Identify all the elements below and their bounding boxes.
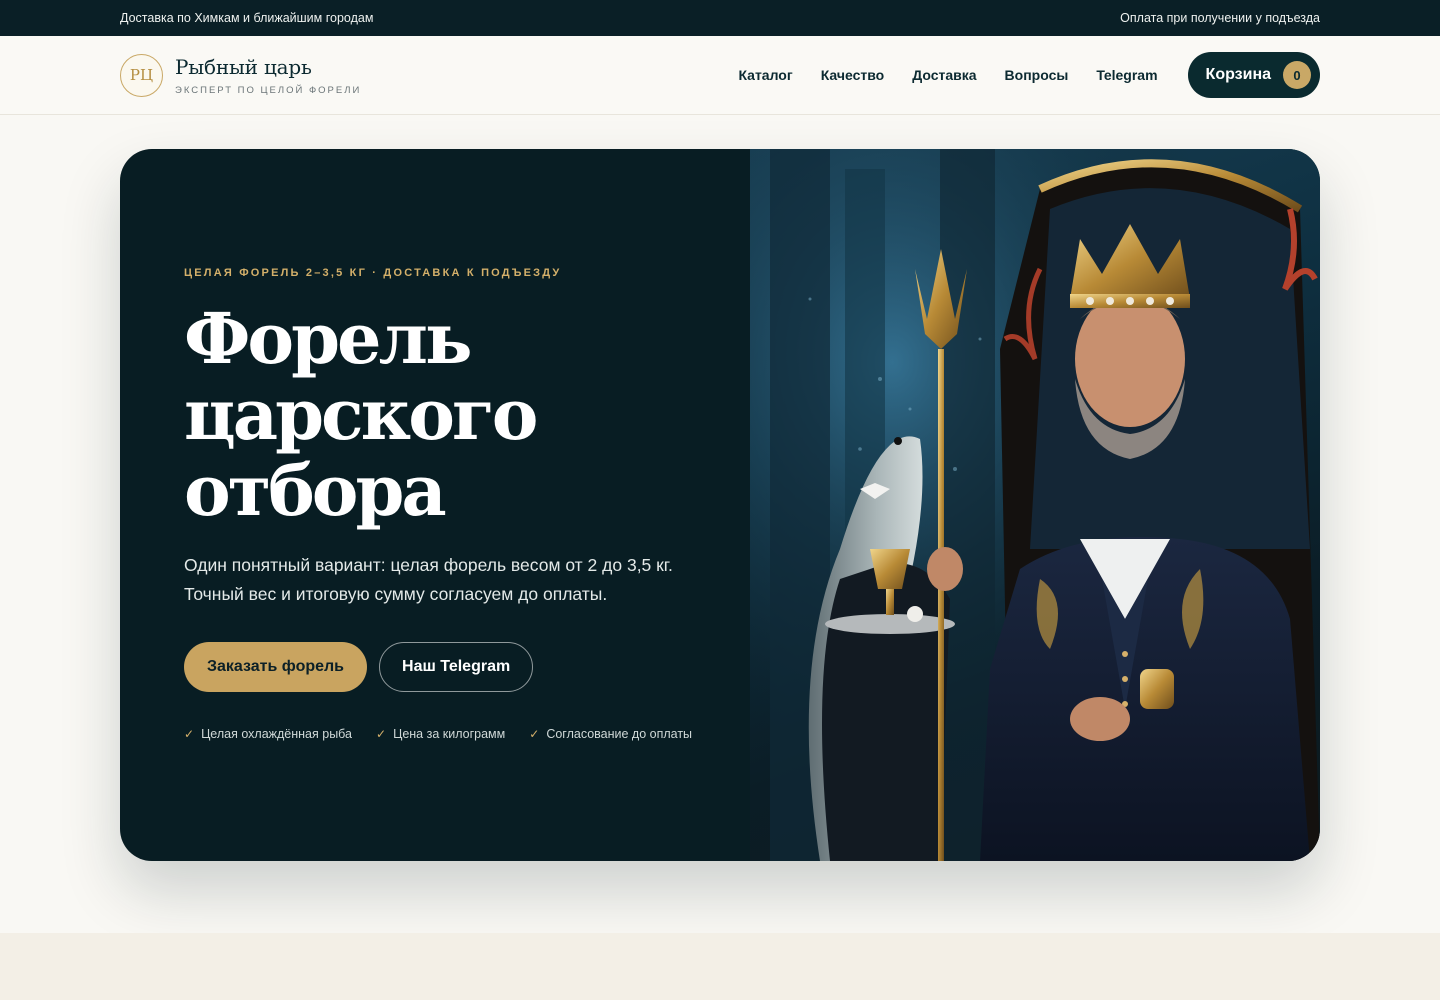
feature-label: Целая охлаждённая рыба	[201, 727, 353, 741]
check-icon: ✓	[376, 727, 387, 741]
hero-title-line: отбора	[184, 449, 447, 532]
cart-button[interactable]: Корзина 0	[1187, 52, 1320, 98]
hero-content: ЦЕЛАЯ ФОРЕЛЬ 2–3,5 КГ · ДОСТАВКА К ПОДЪЕ…	[120, 149, 750, 861]
hero-eyebrow: ЦЕЛАЯ ФОРЕЛЬ 2–3,5 КГ · ДОСТАВКА К ПОДЪЕ…	[184, 267, 562, 279]
nav-link-delivery[interactable]: Доставка	[912, 67, 976, 83]
hero-section: ЦЕЛАЯ ФОРЕЛЬ 2–3,5 КГ · ДОСТАВКА К ПОДЪЕ…	[120, 149, 1320, 861]
feature-label: Согласование до оплаты	[546, 727, 693, 741]
hero-title: Форель царского отбора	[184, 297, 538, 532]
hero-lead: Один понятный вариант: целая форель весо…	[184, 551, 704, 609]
next-section-band	[0, 933, 1440, 1000]
cart-label: Корзина	[1205, 66, 1271, 83]
feature-item: ✓ Цена за килограмм	[376, 727, 505, 741]
feature-item: ✓ Согласование до оплаты	[529, 727, 692, 741]
site-header: РЦ Рыбный царь ЭКСПЕРТ ПО ЦЕЛОЙ ФОРЕЛИ К…	[0, 36, 1440, 115]
hero-features: ✓ Целая охлаждённая рыба ✓ Цена за килог…	[184, 727, 692, 741]
payment-note: Оплата при получении у подъезда	[1120, 11, 1320, 25]
hero-lead-line: Точный вес и итоговую сумму согласуем до…	[184, 584, 608, 604]
hero-title-line: царского	[184, 373, 538, 456]
brand-logo-link[interactable]: РЦ Рыбный царь ЭКСПЕРТ ПО ЦЕЛОЙ ФОРЕЛИ	[120, 53, 361, 97]
logo-mark: РЦ	[120, 53, 163, 97]
brand-text: Рыбный царь ЭКСПЕРТ ПО ЦЕЛОЙ ФОРЕЛИ	[175, 55, 361, 96]
king-on-throne-illustration	[750, 149, 1320, 861]
feature-label: Цена за килограмм	[393, 727, 506, 741]
hero-title-line: Форель	[184, 297, 472, 380]
nav-link-faq[interactable]: Вопросы	[1005, 67, 1069, 83]
check-icon: ✓	[529, 727, 540, 741]
check-icon: ✓	[184, 727, 195, 741]
delivery-area-note: Доставка по Химкам и ближайшим городам	[120, 11, 374, 25]
hero-lead-line: Один понятный вариант: целая форель весо…	[184, 555, 673, 575]
telegram-button[interactable]: Наш Telegram	[379, 642, 534, 692]
cart-count-badge: 0	[1283, 61, 1311, 89]
order-trout-button[interactable]: Заказать форель	[184, 642, 368, 692]
nav-link-catalog[interactable]: Каталог	[738, 67, 792, 83]
hero-actions: Заказать форель Наш Telegram	[184, 642, 534, 692]
brand-name: Рыбный царь	[175, 54, 312, 79]
top-announcement-bar: Доставка по Химкам и ближайшим городам О…	[0, 0, 1440, 36]
nav-link-quality[interactable]: Качество	[821, 67, 885, 83]
brand-tagline: ЭКСПЕРТ ПО ЦЕЛОЙ ФОРЕЛИ	[175, 84, 362, 96]
main-nav: Каталог Качество Доставка Вопросы Telegr…	[738, 52, 1320, 98]
nav-link-telegram[interactable]: Telegram	[1096, 67, 1157, 83]
hero-illustration	[750, 149, 1320, 861]
feature-item: ✓ Целая охлаждённая рыба	[184, 727, 352, 741]
